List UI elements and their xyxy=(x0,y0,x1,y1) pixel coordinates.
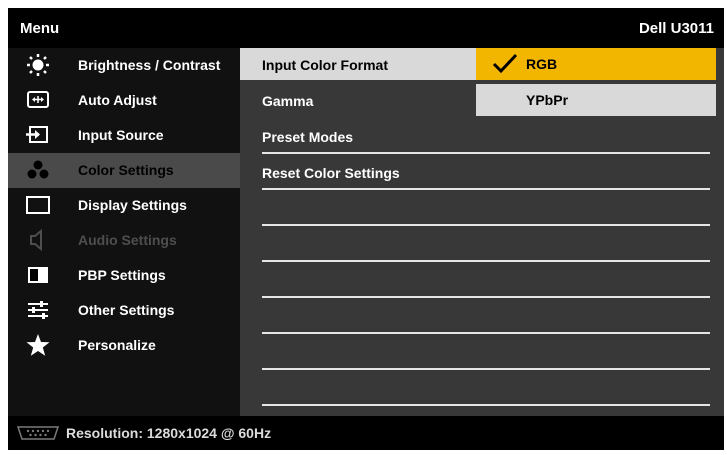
menu-item-display-settings[interactable]: Display Settings xyxy=(8,188,240,223)
option-ypbpr[interactable]: YPbPr xyxy=(476,84,716,116)
input-source-icon xyxy=(26,126,48,143)
submenu-item-reset-color-settings[interactable]: Reset Color Settings xyxy=(240,156,710,190)
menu-title: Menu xyxy=(20,20,60,37)
display-settings-icon xyxy=(26,196,50,214)
submenu-item-label: Gamma xyxy=(262,93,314,109)
osd-header: Menu Dell U3011 xyxy=(8,8,724,48)
empty-row xyxy=(240,372,710,406)
menu-item-label: Brightness / Contrast xyxy=(78,57,221,73)
menu-item-color-settings[interactable]: Color Settings xyxy=(8,153,240,188)
menu-item-brightness-contrast[interactable]: Brightness / Contrast xyxy=(8,48,240,83)
star-icon xyxy=(26,334,50,356)
row-divider xyxy=(262,404,710,406)
option-label: YPbPr xyxy=(526,92,569,108)
option-rgb[interactable]: RGB xyxy=(476,48,716,80)
menu-item-other-settings[interactable]: Other Settings xyxy=(8,293,240,328)
row-divider xyxy=(262,368,710,370)
menu-item-label: Other Settings xyxy=(78,302,175,318)
pbp-icon xyxy=(28,267,48,283)
row-divider xyxy=(262,224,710,226)
submenu-item-label: Reset Color Settings xyxy=(262,165,400,181)
resolution-text: Resolution: 1280x1024 @ 60Hz xyxy=(66,425,272,441)
menu-item-label: Audio Settings xyxy=(78,232,177,248)
submenu-item-label: Preset Modes xyxy=(262,129,354,145)
auto-adjust-icon xyxy=(27,91,49,108)
monitor-model: Dell U3011 xyxy=(638,20,714,37)
color-settings-icon xyxy=(27,160,49,179)
empty-row xyxy=(240,300,710,334)
menu-item-audio-settings: Audio Settings xyxy=(8,223,240,258)
brightness-icon xyxy=(27,54,49,76)
menu-item-input-source[interactable]: Input Source xyxy=(8,118,240,153)
row-divider xyxy=(262,152,710,154)
row-divider xyxy=(262,260,710,262)
speaker-icon xyxy=(30,228,42,252)
menu-item-pbp-settings[interactable]: PBP Settings xyxy=(8,258,240,293)
empty-row xyxy=(240,336,710,370)
sliders-icon xyxy=(28,301,48,319)
option-label: RGB xyxy=(526,56,558,72)
empty-row xyxy=(240,264,710,298)
checkmark-icon xyxy=(492,53,518,74)
menu-item-label: Input Source xyxy=(78,127,164,143)
menu-item-label: PBP Settings xyxy=(78,267,166,283)
submenu-item-preset-modes[interactable]: Preset Modes xyxy=(240,120,710,154)
row-divider xyxy=(262,188,710,190)
vga-connector-icon xyxy=(16,426,60,440)
menu-item-label: Color Settings xyxy=(78,162,174,178)
submenu-item-label: Input Color Format xyxy=(262,57,388,73)
empty-row xyxy=(240,228,710,262)
empty-row xyxy=(240,192,710,226)
menu-item-label: Personalize xyxy=(78,337,156,353)
menu-item-label: Auto Adjust xyxy=(78,92,157,108)
row-divider xyxy=(262,332,710,334)
main-menu: Brightness / Contrast Auto Adjust Input … xyxy=(8,48,240,416)
status-bar: Resolution: 1280x1024 @ 60Hz xyxy=(8,416,724,450)
menu-item-label: Display Settings xyxy=(78,197,187,213)
osd-window: Menu Dell U3011 Brightness / Contrast Au… xyxy=(8,8,724,450)
menu-item-personalize[interactable]: Personalize xyxy=(8,328,240,363)
menu-item-auto-adjust[interactable]: Auto Adjust xyxy=(8,83,240,118)
row-divider xyxy=(262,296,710,298)
submenu-panel: Input Color Format Gamma Preset Modes Re… xyxy=(240,48,724,416)
